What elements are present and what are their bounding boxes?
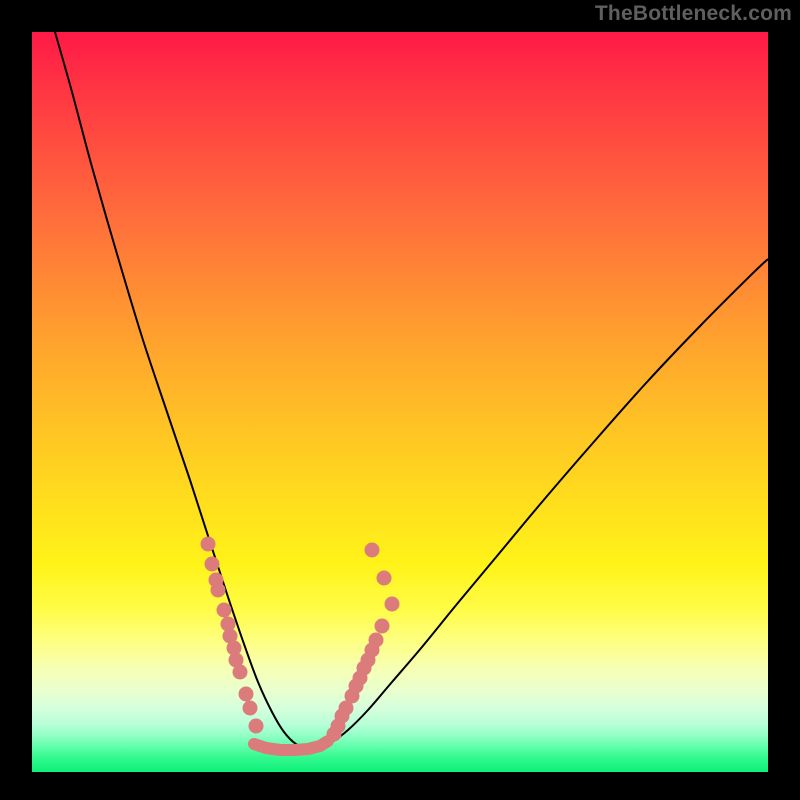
data-marker — [233, 665, 248, 680]
data-marker — [377, 571, 392, 586]
bottleneck-curve — [55, 32, 768, 749]
data-marker — [201, 537, 216, 552]
chart-svg — [32, 32, 768, 772]
data-marker — [385, 597, 400, 612]
data-marker — [217, 603, 232, 618]
left-markers-group — [201, 537, 264, 734]
data-marker — [365, 543, 380, 558]
data-marker — [205, 557, 220, 572]
data-marker — [375, 619, 390, 634]
watermark-text: TheBottleneck.com — [595, 2, 792, 26]
data-marker — [243, 701, 258, 716]
chart-frame: TheBottleneck.com — [0, 0, 800, 800]
data-marker — [211, 583, 226, 598]
right-markers-group — [327, 543, 400, 742]
plot-area — [32, 32, 768, 772]
data-marker — [369, 633, 384, 648]
data-marker — [249, 719, 264, 734]
trough-highlight — [254, 741, 328, 750]
data-marker — [239, 687, 254, 702]
